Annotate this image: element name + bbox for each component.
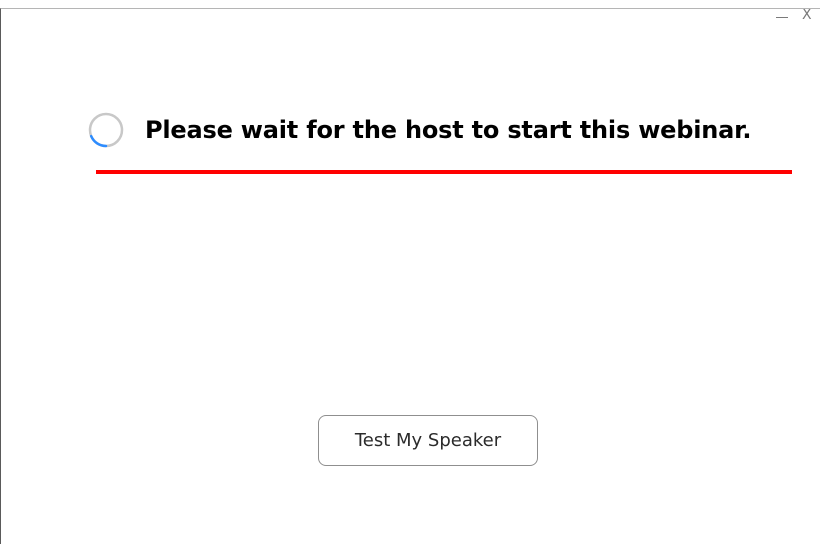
window-controls: X (750, 9, 820, 29)
close-icon[interactable]: X (802, 9, 820, 24)
waiting-status: Please wait for the host to start this w… (87, 110, 751, 150)
waiting-room-window: X Please wait for the host to start this… (0, 8, 820, 544)
loading-spinner-icon (88, 112, 124, 148)
waiting-message: Please wait for the host to start this w… (145, 116, 752, 144)
minimize-icon[interactable] (772, 10, 792, 26)
test-my-speaker-button[interactable]: Test My Speaker (318, 415, 538, 466)
red-annotation-underline (96, 170, 792, 174)
